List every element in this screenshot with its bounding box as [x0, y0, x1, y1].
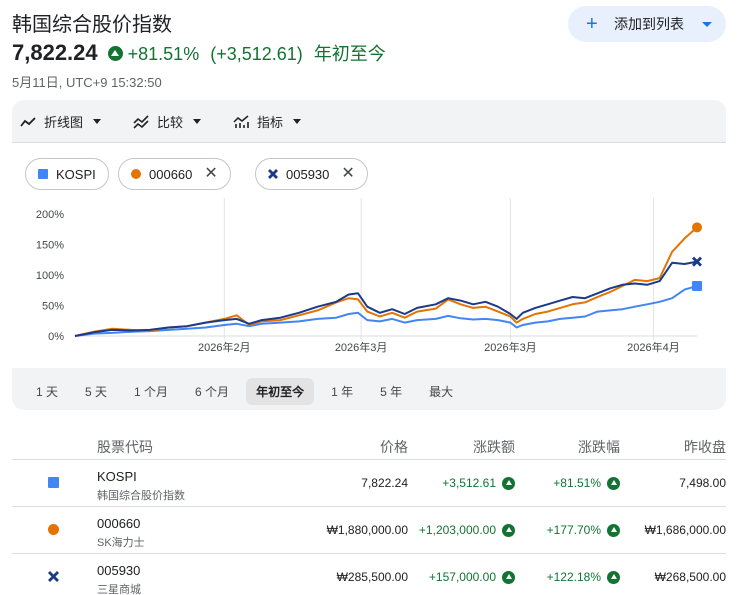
y-tick-label: 100%	[36, 270, 64, 282]
row-change-value: +157,000.00	[428, 570, 496, 584]
col-price: 价格	[380, 439, 408, 455]
y-tick-label: 50%	[42, 301, 64, 313]
row-symbol: KOSPI	[97, 469, 137, 484]
col-change: 涨跌额	[473, 439, 515, 455]
range-1m[interactable]: 1 个月	[124, 378, 178, 405]
comparison-line-chart[interactable]: 200% 150% 100% 50% 0% 2026年2月 2026年3月 2026年3月 20…	[0, 0, 745, 370]
time-range-selector: 1 天 5 天 1 个月 6 个月 年初至今 1 年 5 年 最大	[26, 378, 470, 405]
arrow-up-icon	[502, 476, 515, 490]
row-prev-close: ₩1,686,000.00	[644, 523, 726, 537]
row-change-pct: +177.70%	[547, 523, 620, 537]
row-prev-close: ₩268,500.00	[654, 570, 726, 584]
range-1d[interactable]: 1 天	[26, 378, 68, 405]
row-price: ₩285,500.00	[336, 570, 408, 584]
table-row[interactable]: 000660 SK海力士 ₩1,880,000.00 +1,203,000.00…	[12, 507, 726, 554]
row-change-pct: +81.51%	[553, 476, 620, 490]
y-tick-label: 0%	[48, 331, 64, 343]
range-6m[interactable]: 6 个月	[185, 378, 239, 405]
range-1y[interactable]: 1 年	[321, 378, 363, 405]
table-row[interactable]: 005930 三星商城 ₩285,500.00 +157,000.00 +122…	[12, 554, 726, 595]
row-name: 韩国综合股价指数	[97, 490, 185, 502]
row-change: +3,512.61	[442, 476, 515, 490]
row-pct-value: +177.70%	[546, 523, 601, 537]
series-end-marker	[692, 280, 702, 291]
row-symbol: 000660	[97, 516, 141, 531]
comparison-table: 股票代码 价格 涨跌额 涨跌幅 昨收盘 KOSPI 韩国综合股价指数 7,822…	[12, 432, 726, 595]
y-tick-label: 200%	[36, 209, 64, 221]
row-change: +1,203,000.00	[419, 523, 515, 537]
range-5d[interactable]: 5 天	[75, 378, 117, 405]
arrow-up-icon	[607, 476, 620, 490]
col-change-pct: 涨跌幅	[578, 439, 620, 455]
row-price: ₩1,880,000.00	[326, 523, 408, 537]
range-5y[interactable]: 5 年	[370, 378, 412, 405]
table-row[interactable]: KOSPI 韩国综合股价指数 7,822.24 +3,512.61 +81.51…	[12, 460, 726, 507]
x-tick-label: 2026年2月	[198, 340, 251, 354]
circle-marker-icon	[48, 524, 59, 535]
y-tick-label: 150%	[36, 240, 64, 252]
row-pct-value: +81.51%	[553, 476, 601, 490]
col-symbol: 股票代码	[97, 439, 153, 455]
row-price: 7,822.24	[361, 476, 408, 490]
table-header: 股票代码 价格 涨跌额 涨跌幅 昨收盘	[12, 432, 726, 460]
row-change-pct: +122.18%	[547, 570, 620, 584]
square-marker-icon	[48, 477, 59, 488]
row-symbol: 005930	[97, 563, 141, 578]
series-line-005930	[74, 260, 698, 337]
row-prev-close: 7,498.00	[679, 476, 726, 490]
x-tick-label: 2026年3月	[335, 340, 388, 354]
row-pct-value: +122.18%	[546, 570, 601, 584]
arrow-up-icon	[502, 570, 515, 584]
range-ytd[interactable]: 年初至今	[246, 378, 315, 405]
col-prev-close: 昨收盘	[684, 439, 726, 455]
x-tick-label: 2026年3月	[484, 340, 537, 354]
row-change-value: +3,512.61	[442, 476, 496, 490]
row-change-value: +1,203,000.00	[418, 523, 496, 537]
row-name: 三星商城	[97, 584, 141, 595]
range-max[interactable]: 最大	[419, 378, 463, 405]
row-change: +157,000.00	[429, 570, 515, 584]
series-end-marker	[692, 222, 702, 233]
arrow-up-icon	[607, 523, 620, 537]
x-tick-label: 2026年4月	[627, 340, 680, 354]
row-name: SK海力士	[97, 537, 145, 549]
arrow-up-icon	[607, 570, 620, 584]
cross-marker-icon	[48, 571, 59, 582]
arrow-up-icon	[502, 523, 515, 537]
